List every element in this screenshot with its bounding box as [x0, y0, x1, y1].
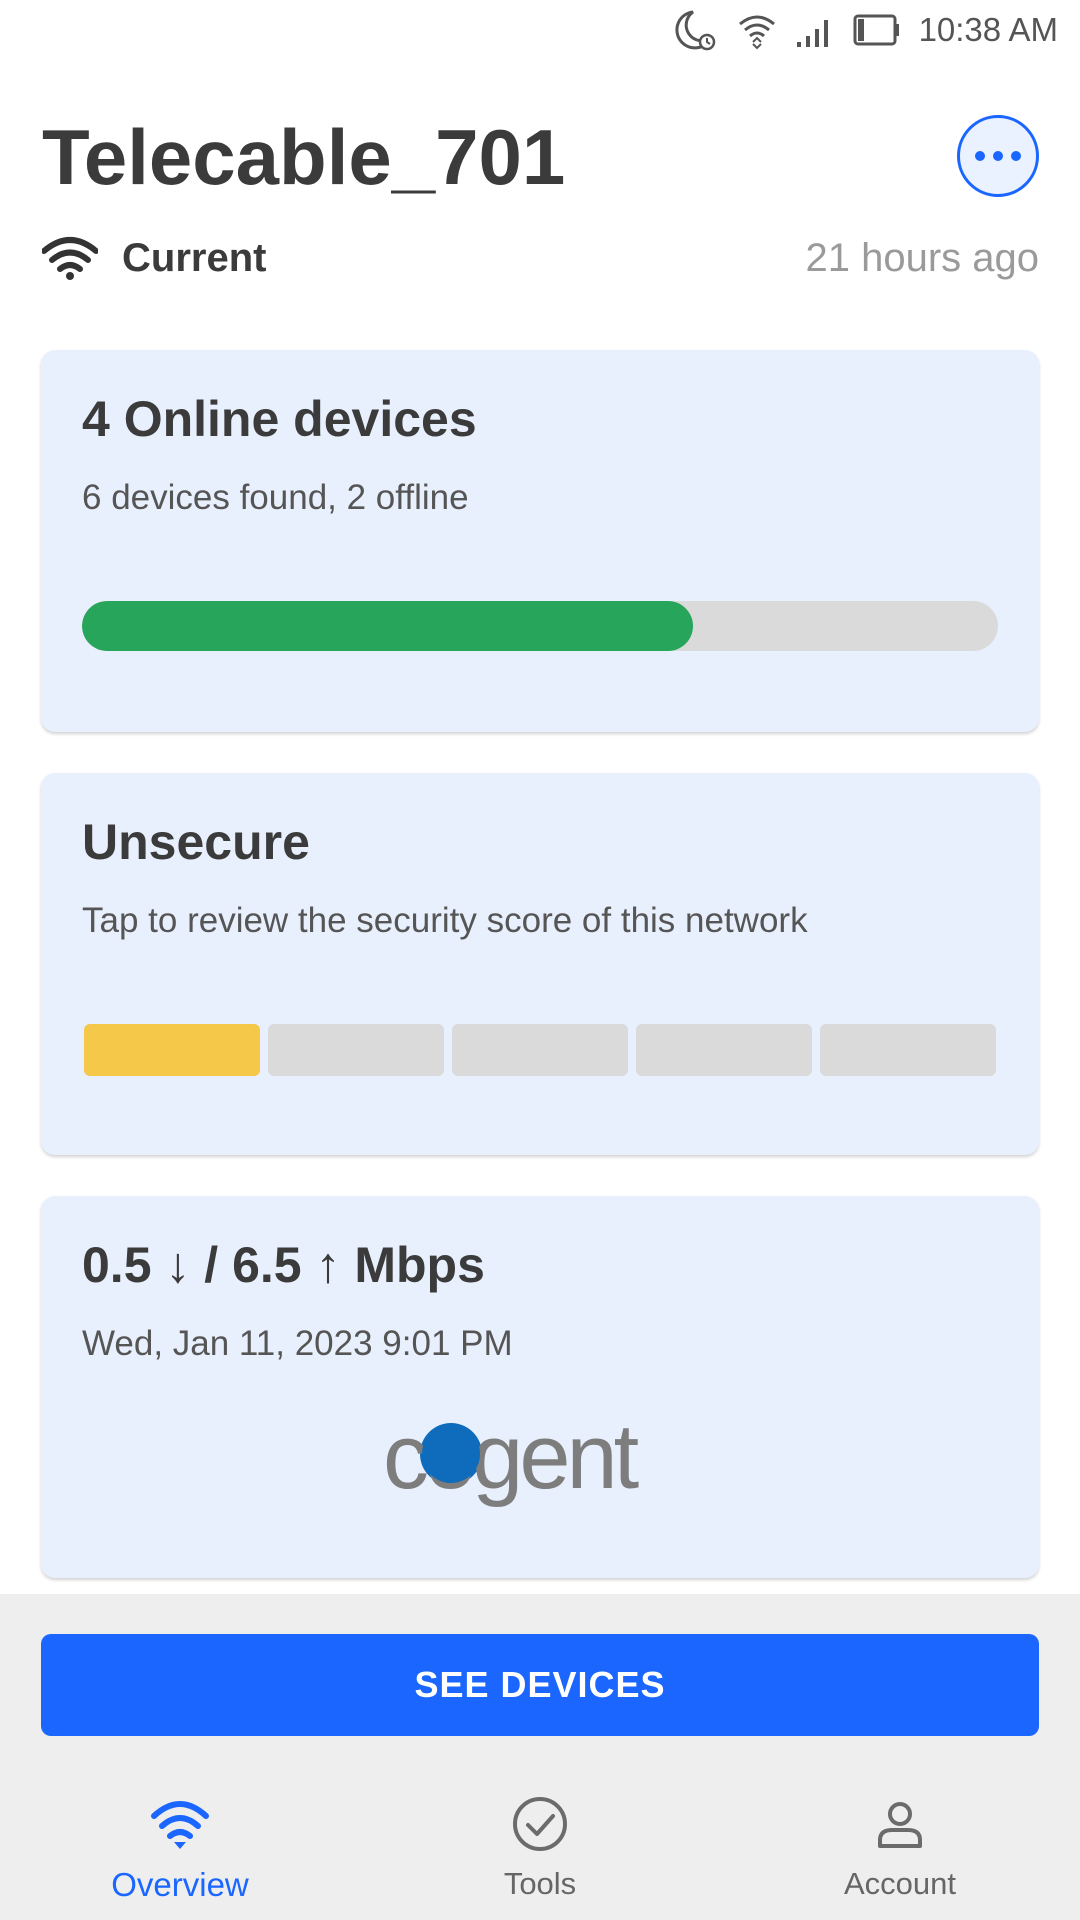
- network-status-row: Current 21 hours ago: [42, 228, 1039, 288]
- devices-found-subtitle: 6 devices found, 2 offline: [82, 478, 469, 517]
- nav-item-overview[interactable]: Overview: [60, 1790, 300, 1920]
- bottom-navigation: Overview Tools Account: [0, 1790, 1080, 1920]
- more-horizontal-icon: [975, 151, 985, 161]
- security-score-segment: [84, 1024, 260, 1076]
- security-score-segment: [452, 1024, 628, 1076]
- status-bar: 10:38 AM: [0, 0, 1080, 60]
- security-score-subtitle: Tap to review the security score of this…: [82, 901, 808, 940]
- speed-test-date: Wed, Jan 11, 2023 9:01 PM: [82, 1324, 513, 1363]
- bottom-panel: SEE DEVICES Overview Tools Account: [0, 1594, 1080, 1920]
- provider-logo-text: cogent: [383, 1408, 639, 1508]
- wifi-icon: [737, 8, 777, 52]
- nav-item-tools[interactable]: Tools: [420, 1790, 660, 1920]
- online-devices-progress-fill: [82, 601, 693, 651]
- security-status-title: Unsecure: [82, 814, 310, 870]
- speed-result-title: 0.5 ↓ / 6.5 ↑ Mbps: [82, 1237, 485, 1293]
- security-score-meter: [84, 1024, 996, 1076]
- more-dot: [1011, 151, 1021, 161]
- online-devices-progress-bar: [82, 601, 998, 651]
- nav-label-overview: Overview: [111, 1866, 249, 1903]
- nav-label-tools: Tools: [503, 1866, 577, 1901]
- see-devices-button[interactable]: SEE DEVICES: [41, 1634, 1039, 1736]
- security-score-segment: [268, 1024, 444, 1076]
- network-name: Telecable_701: [42, 113, 566, 201]
- signal-icon: [795, 8, 835, 52]
- status-time: 10:38 AM: [918, 11, 1058, 48]
- nav-label-account: Account: [843, 1866, 956, 1901]
- wifi-icon: [42, 237, 98, 280]
- moon-alarm-icon: [673, 8, 719, 52]
- security-score-segment: [820, 1024, 996, 1076]
- online-devices-card[interactable]: 4 Online devices 6 devices found, 2 offl…: [41, 350, 1039, 732]
- check-circle-icon: [513, 1797, 567, 1851]
- wifi-icon: [151, 1801, 209, 1849]
- more-options-button[interactable]: [957, 115, 1039, 197]
- last-seen-text: 21 hours ago: [805, 235, 1039, 280]
- nav-item-account[interactable]: Account: [780, 1790, 1020, 1920]
- online-devices-title: 4 Online devices: [82, 391, 477, 447]
- person-icon: [878, 1802, 922, 1848]
- security-score-card[interactable]: Unsecure Tap to review the security scor…: [41, 773, 1039, 1155]
- provider-logo: cogent: [383, 1408, 643, 1508]
- more-dot: [993, 151, 1003, 161]
- battery-icon: [853, 8, 901, 52]
- network-status-label: Current: [122, 235, 267, 280]
- speed-test-card[interactable]: 0.5 ↓ / 6.5 ↑ Mbps Wed, Jan 11, 2023 9:0…: [41, 1196, 1039, 1578]
- security-score-segment: [636, 1024, 812, 1076]
